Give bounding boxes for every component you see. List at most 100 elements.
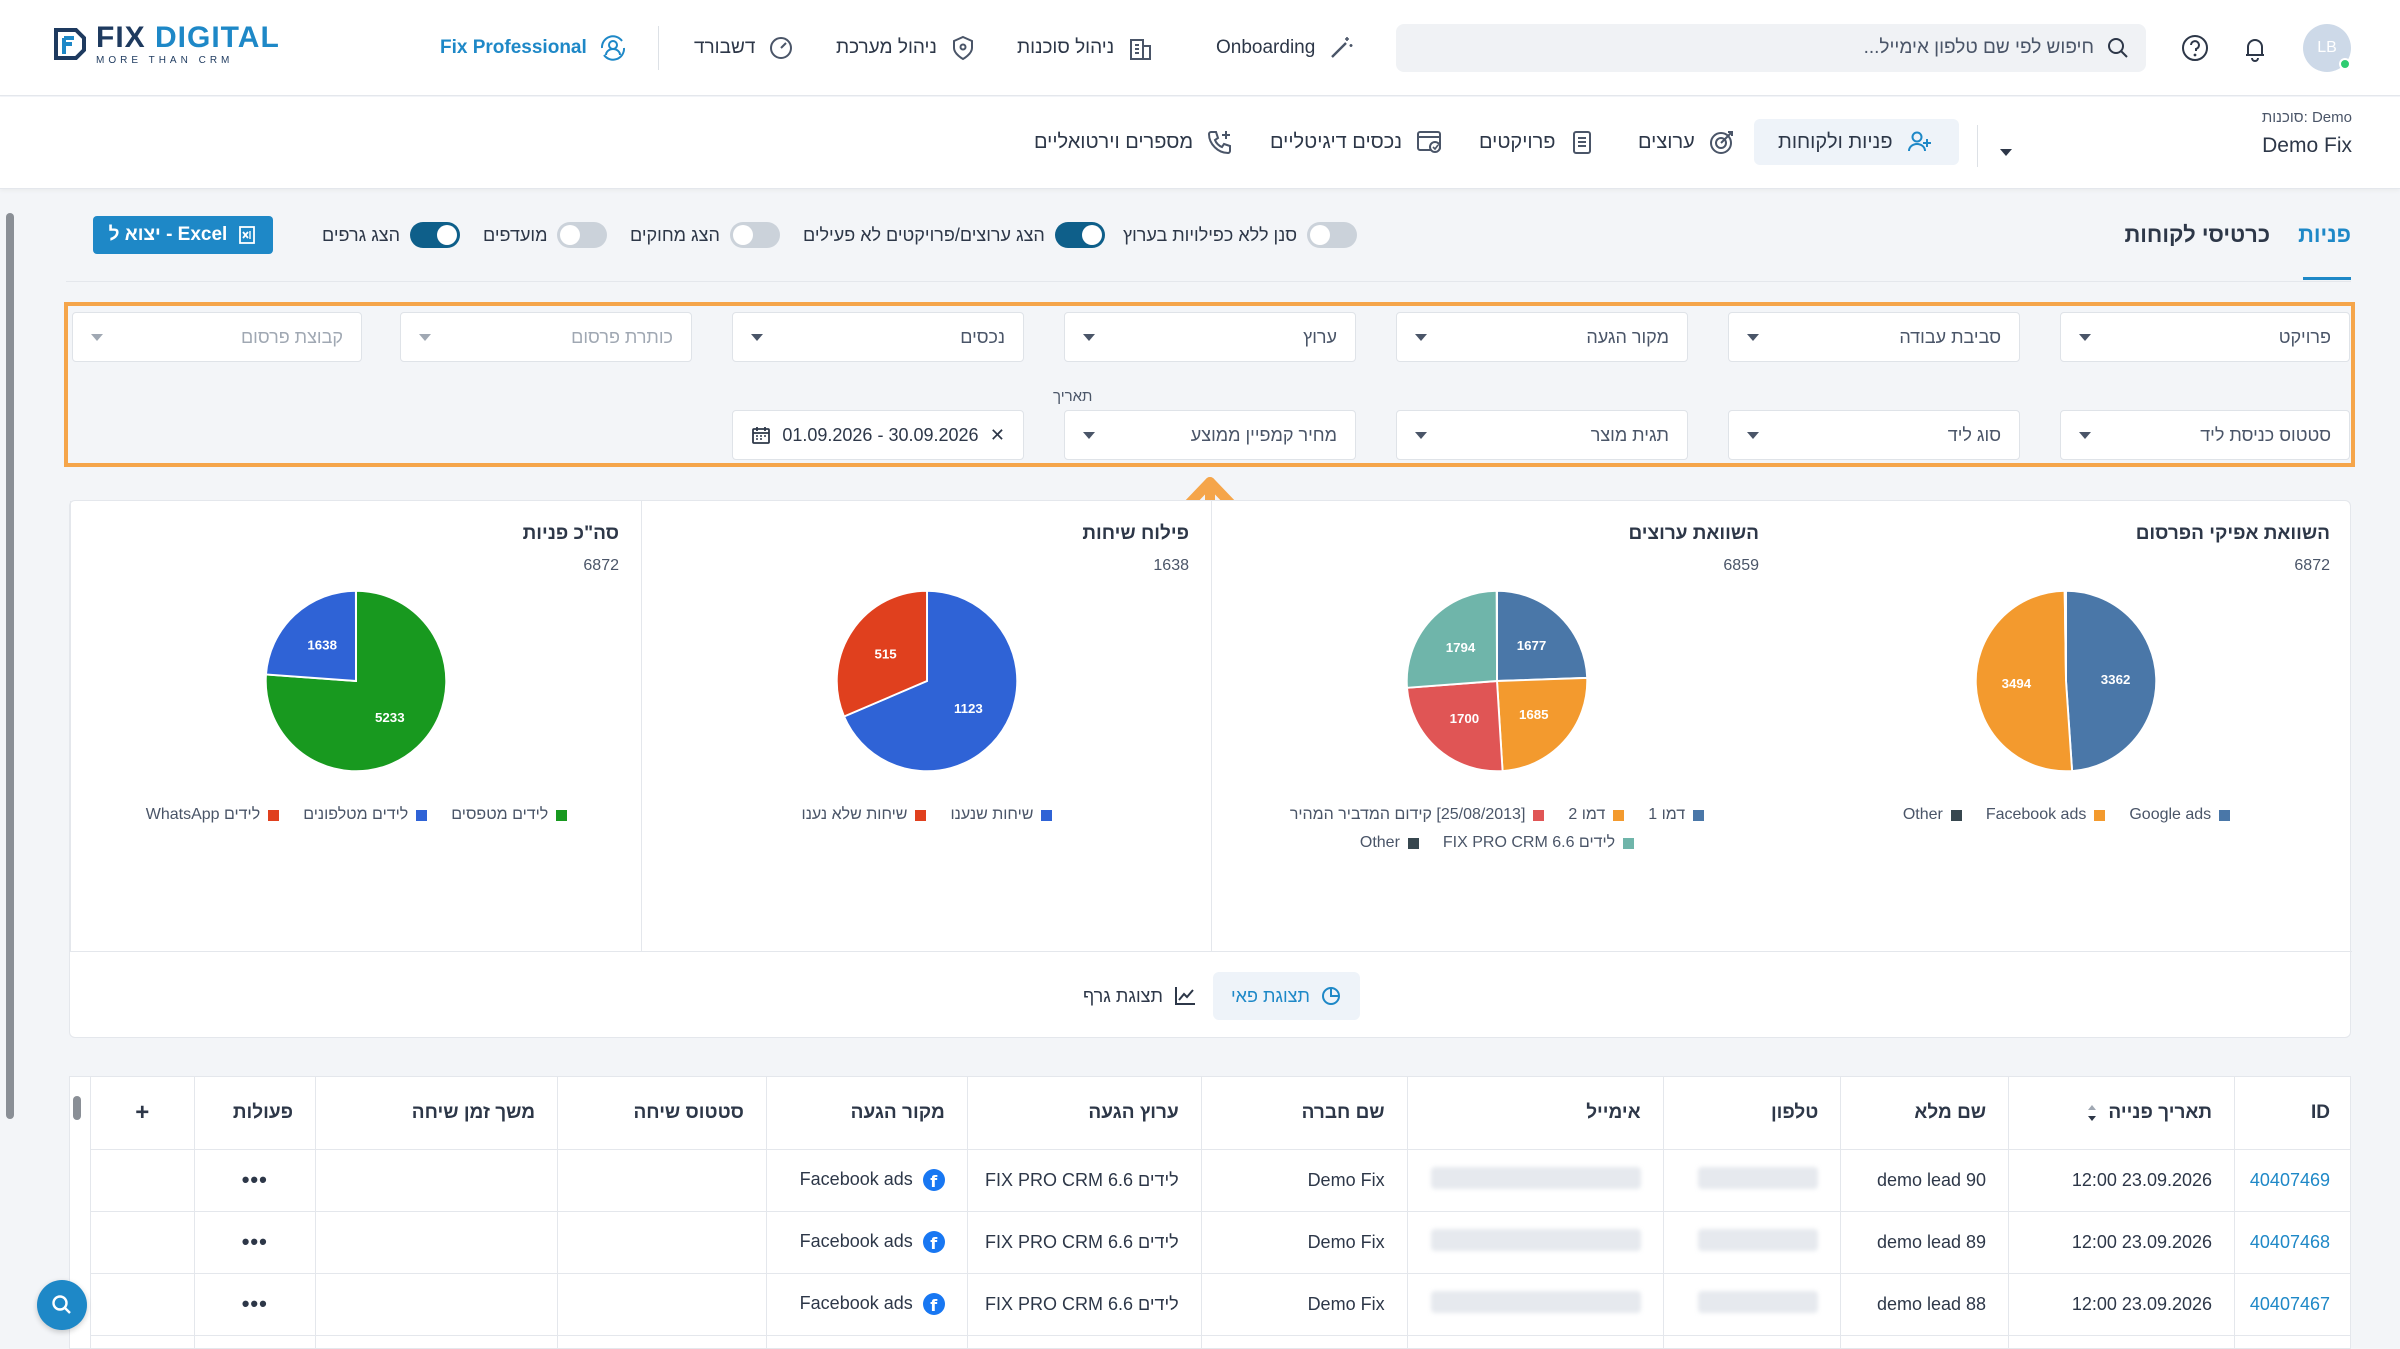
cell-company: Demo Fix [1200,1273,1408,1336]
column-header-call-duration[interactable]: משך זמן שיחה [315,1077,558,1150]
legend-item[interactable]: Facebook ads [1986,806,2106,824]
table-row[interactable]: 40407468 23.09.2026 12:00 demo lead 89 D… [90,1211,2350,1274]
add-column-button[interactable]: + [90,1077,195,1150]
column-header-phone[interactable]: טלפון [1662,1077,1841,1150]
legend-item[interactable]: לידים מטפסים [451,806,568,824]
sort-icon[interactable] [2086,1103,2098,1123]
filter-lead-type[interactable]: סוג ליד [1728,410,2020,460]
filter-avg-campaign-price[interactable]: מחיר קמפיין ממוצע [1064,410,1356,460]
table-row[interactable]: 40407467 23.09.2026 12:00 demo lead 88 D… [90,1273,2350,1336]
filter-lead-status-label: סטטוס כניסת ליד [2200,424,2331,445]
lead-id-link[interactable]: 40407469 [2250,1170,2330,1190]
toggle-favorites[interactable]: מועדפים [483,221,608,249]
legend-item[interactable]: לידים WhatsApp [146,806,280,824]
filter-product-tag[interactable]: תגית מוצר [1396,410,1688,460]
subnav-virtual-numbers[interactable]: מספרים וירטואליים [1010,119,1259,165]
toggle-switch[interactable] [1054,222,1105,248]
pie-chart[interactable]: 3362 3494 [1971,586,2161,776]
legend-item[interactable]: Other [1360,834,1419,852]
column-header-call-status[interactable]: סטטוס שיחה [557,1077,767,1150]
nav-agency-management[interactable]: ניהול סוכנות [1017,0,1154,96]
tab-customer-cards[interactable]: כרטיסי לקוחות [2124,222,2270,248]
nav-dashboard[interactable]: דשבורד [694,0,795,96]
pie-slice[interactable] [1495,676,1589,773]
filter-source[interactable]: מקור הגעה [1396,312,1688,362]
filter-project[interactable]: פרויקט [2060,312,2350,362]
logo[interactable]: FIX DIGITAL MORE THAN CRM [52,22,280,65]
subnav-channels[interactable]: ערוצים [1614,119,1761,165]
filter-channel[interactable]: ערוץ [1064,312,1356,362]
subnav-leads-customers[interactable]: פניות ולקוחות [1754,119,1959,165]
pie-chart[interactable]: 1123 515 [832,586,1022,776]
column-header-company[interactable]: שם חברה [1200,1077,1408,1150]
table-scrollbar-thumb[interactable] [73,1096,81,1120]
row-actions-menu-icon[interactable]: ••• [193,1273,316,1336]
column-header-id[interactable]: ID [2234,1077,2350,1150]
subnav-digital-assets[interactable]: נכסים דיגיטליים [1246,119,1468,165]
legend-item[interactable]: שיחות שנענו [950,806,1053,824]
date-range-picker[interactable]: 01.09.2026 - 30.09.2026 ✕ [732,410,1024,460]
search-input[interactable] [1414,37,2094,59]
subnav-projects[interactable]: פרויקטים [1455,119,1621,165]
toggle-switch[interactable] [1307,222,1358,248]
lead-id-link[interactable]: 40407467 [2250,1294,2330,1314]
pie-slice[interactable] [1496,589,1589,682]
toggle-dedupe-channel[interactable]: סנן ללא כפילויות בערוץ [1123,221,1358,249]
filter-workspace[interactable]: סביבת עבודה [1728,312,2020,362]
fix-professional-link[interactable]: Fix Professional [440,0,627,96]
column-header-full-name[interactable]: שם מלא [1840,1077,2009,1150]
page-scrollbar-thumb[interactable] [6,213,14,1119]
table-row[interactable] [90,1335,2350,1348]
floating-search-button[interactable] [37,1280,87,1330]
help-icon[interactable] [2177,30,2213,66]
filter-assets[interactable]: נכסים [732,312,1024,362]
nav-system-management[interactable]: ניהול מערכת [836,0,977,96]
legend-item[interactable]: דמו 2 [1568,806,1625,824]
account-chevron-down-icon[interactable] [2000,149,2012,156]
legend-item[interactable]: דמו 1 [1648,806,1705,824]
legend-item[interactable]: Other [1903,806,1962,824]
row-actions-menu-icon[interactable]: ••• [193,1149,316,1212]
column-header-source[interactable]: מקור הגעה [765,1077,968,1150]
legend-item[interactable]: לידים FIX PRO CRM 6.6 [1443,834,1635,852]
filter-ad-title[interactable]: כותרת פרסום [400,312,692,362]
legend-item[interactable]: שיחות שלא נענו [802,806,927,824]
search-bar[interactable] [1396,24,2146,72]
legend-item[interactable]: לידים מטלפונים [303,806,428,824]
search-icon[interactable] [2106,36,2130,60]
bell-icon[interactable] [2237,30,2273,66]
toggle-switch[interactable] [729,222,780,248]
filter-ad-group[interactable]: קבוצת פרסום [72,312,362,362]
legend-item[interactable]: Google ads [2129,806,2231,824]
nav-onboarding[interactable]: Onboarding [1216,0,1355,96]
toggle-switch[interactable] [410,222,461,248]
pie-slice[interactable] [2063,589,2067,682]
avatar[interactable]: LB [2303,24,2351,72]
pie-slice[interactable] [264,589,357,683]
date-filter-label: תאריך [1053,388,1093,405]
page-scrollbar[interactable] [4,193,16,1349]
account-selector[interactable]: סוכנות: Demo Demo Fix [2262,109,2352,158]
column-header-date[interactable]: תאריך פנייה [2008,1077,2235,1150]
legend-item[interactable]: [25/08/2013] קידום המדביר המהיר [1290,806,1545,824]
pie-chart[interactable]: 5233 1638 [261,586,451,776]
pie-view-button[interactable]: תצוגת פאי [1213,972,1360,1020]
lead-id-link[interactable]: 40407468 [2250,1232,2330,1252]
column-header-channel[interactable]: ערוץ הגעה [966,1077,1202,1150]
toggle-switch[interactable] [557,222,608,248]
tab-leads[interactable]: פניות [2298,222,2351,248]
clear-date-icon[interactable]: ✕ [990,425,1005,446]
chevron-down-icon [91,333,103,341]
toggle-show-deleted[interactable]: הצג מחוקים [630,221,780,249]
pie-chart[interactable]: 1677 1685 1700 1794 [1402,586,1592,776]
row-actions-menu-icon[interactable]: ••• [193,1211,316,1274]
toggle-show-charts[interactable]: הצג גרפים [322,221,461,249]
calendar-icon[interactable] [751,425,771,445]
filter-lead-status[interactable]: סטטוס כניסת ליד [2060,410,2350,460]
table-row[interactable]: 40407469 23.09.2026 12:00 demo lead 90 D… [90,1149,2350,1212]
toggle-show-inactive[interactable]: הצג ערוצים/פרויקטים לא פעילים [803,221,1105,249]
column-header-email[interactable]: אימייל [1406,1077,1664,1150]
line-chart-icon [1174,987,1195,1005]
export-excel-button[interactable]: יצוא ל - Excel [93,216,273,254]
graph-view-button[interactable]: תצוגת גרף [1065,972,1215,1020]
